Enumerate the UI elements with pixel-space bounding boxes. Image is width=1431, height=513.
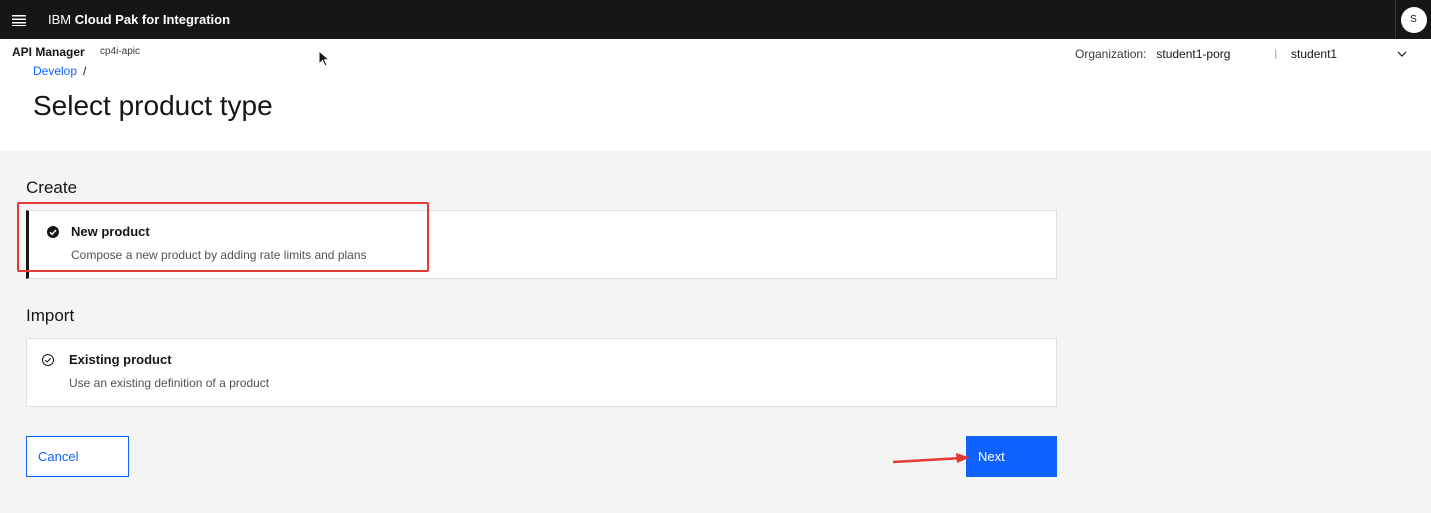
next-button[interactable]: Next [966,436,1057,477]
new-product-tile[interactable]: New product Compose a new product by add… [26,210,1057,279]
brand-prefix: IBM [48,12,72,27]
cancel-button[interactable]: Cancel [26,436,129,477]
current-user: student1 [1291,47,1338,61]
chevron-down-icon [1397,51,1407,57]
breadcrumb-separator: / [83,64,87,78]
breadcrumb: Develop / [33,64,86,78]
org-divider: | [1274,48,1278,60]
new-product-description: Compose a new product by adding rate lim… [71,248,367,262]
organization-selector[interactable]: Organization: student1-porg | student1 [1075,47,1407,61]
hamburger-menu-button[interactable] [0,0,38,39]
top-navigation-bar: IBM Cloud Pak for Integration S [0,0,1431,39]
org-dropdown-toggle[interactable] [1397,51,1407,57]
checkmark-filled-icon [47,226,59,238]
user-avatar-button[interactable]: S [1395,0,1431,39]
product-brand[interactable]: IBM Cloud Pak for Integration [48,12,230,27]
existing-product-title: Existing product [69,352,172,367]
mouse-cursor-icon [318,50,330,67]
existing-product-tile[interactable]: Existing product Use an existing definit… [26,338,1057,407]
breadcrumb-develop-link[interactable]: Develop [33,64,77,78]
hamburger-icon [12,14,26,26]
annotation-arrow-icon [892,453,970,464]
checkmark-outline-icon [42,354,54,366]
app-instance: cp4i-apic [100,46,141,57]
create-section-label: Create [26,178,78,197]
app-name: API Manager [12,45,85,59]
page-title: Select product type [33,90,273,121]
new-product-title: New product [71,224,150,239]
avatar-initial: S [1400,6,1427,33]
existing-product-description: Use an existing definition of a product [69,376,270,390]
organization-label: Organization: [1075,47,1147,61]
brand-name: Cloud Pak for Integration [74,12,231,27]
page-header: API Manager cp4i-apic Develop / Select p… [0,39,1431,151]
import-section-label: Import [26,306,75,325]
organization-value: student1-porg [1156,47,1231,61]
